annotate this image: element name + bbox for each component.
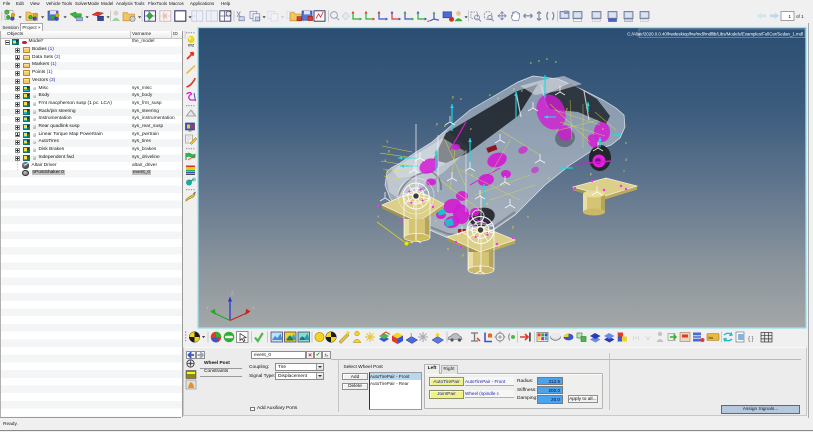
svg-text:x: x [447,247,449,251]
svg-text:z: z [418,161,420,165]
svg-text:z: z [460,97,462,101]
svg-text:x: x [625,141,627,145]
svg-text:y: y [406,167,408,171]
svg-text:z: z [444,124,446,128]
svg-text:z: z [401,191,403,195]
svg-text:y: y [513,87,515,91]
svg-text:y: y [462,253,464,257]
svg-text:Z: Z [231,291,234,296]
svg-text:y: y [452,95,454,99]
svg-text:y: y [386,169,388,173]
svg-text:C:/Altair/2020.0.0.40/hwdeskto: C:/Altair/2020.0.0.40/hwdesktop/hw/mdl/m… [627,32,803,37]
svg-text:XYZ: XYZ [188,44,194,48]
svg-text:z: z [602,127,604,131]
svg-text:z: z [521,89,523,93]
svg-text:x: x [471,173,473,177]
svg-text:|+|: |+| [632,337,640,342]
svg-text:'a': 'a' [644,337,652,342]
svg-text:z: z [538,59,540,63]
svg-text:1: 1 [788,14,791,20]
svg-text:x: x [527,215,529,219]
svg-text:y: y [388,149,390,153]
svg-text:X: X [252,306,255,311]
svg-text:tru: tru [709,335,714,340]
svg-text:.x´: .x´ [620,337,628,342]
svg-text:y: y [497,96,499,100]
svg-text:z: z [555,60,557,64]
svg-text:=: = [623,169,625,173]
svg-text:z: z [546,57,548,61]
svg-text:z: z [530,61,532,65]
svg-text:{ }: { } [748,336,754,343]
svg-text:y: y [512,225,514,229]
svg-text:y: y [566,107,568,111]
svg-text:z: z [486,202,488,206]
svg-text:x: x [498,245,500,249]
svg-text:y: y [548,176,550,180]
svg-text:cs: cs [300,336,305,341]
svg-text:x: x [435,219,437,223]
svg-text:z: z [489,93,491,97]
svg-text:y: y [410,183,412,187]
svg-text:of 1: of 1 [796,14,804,19]
svg-text:z: z [470,127,472,131]
svg-text:y: y [590,172,592,176]
svg-text:Y: Y [206,306,209,311]
svg-text:z: z [458,238,460,242]
svg-text:y: y [436,122,438,126]
